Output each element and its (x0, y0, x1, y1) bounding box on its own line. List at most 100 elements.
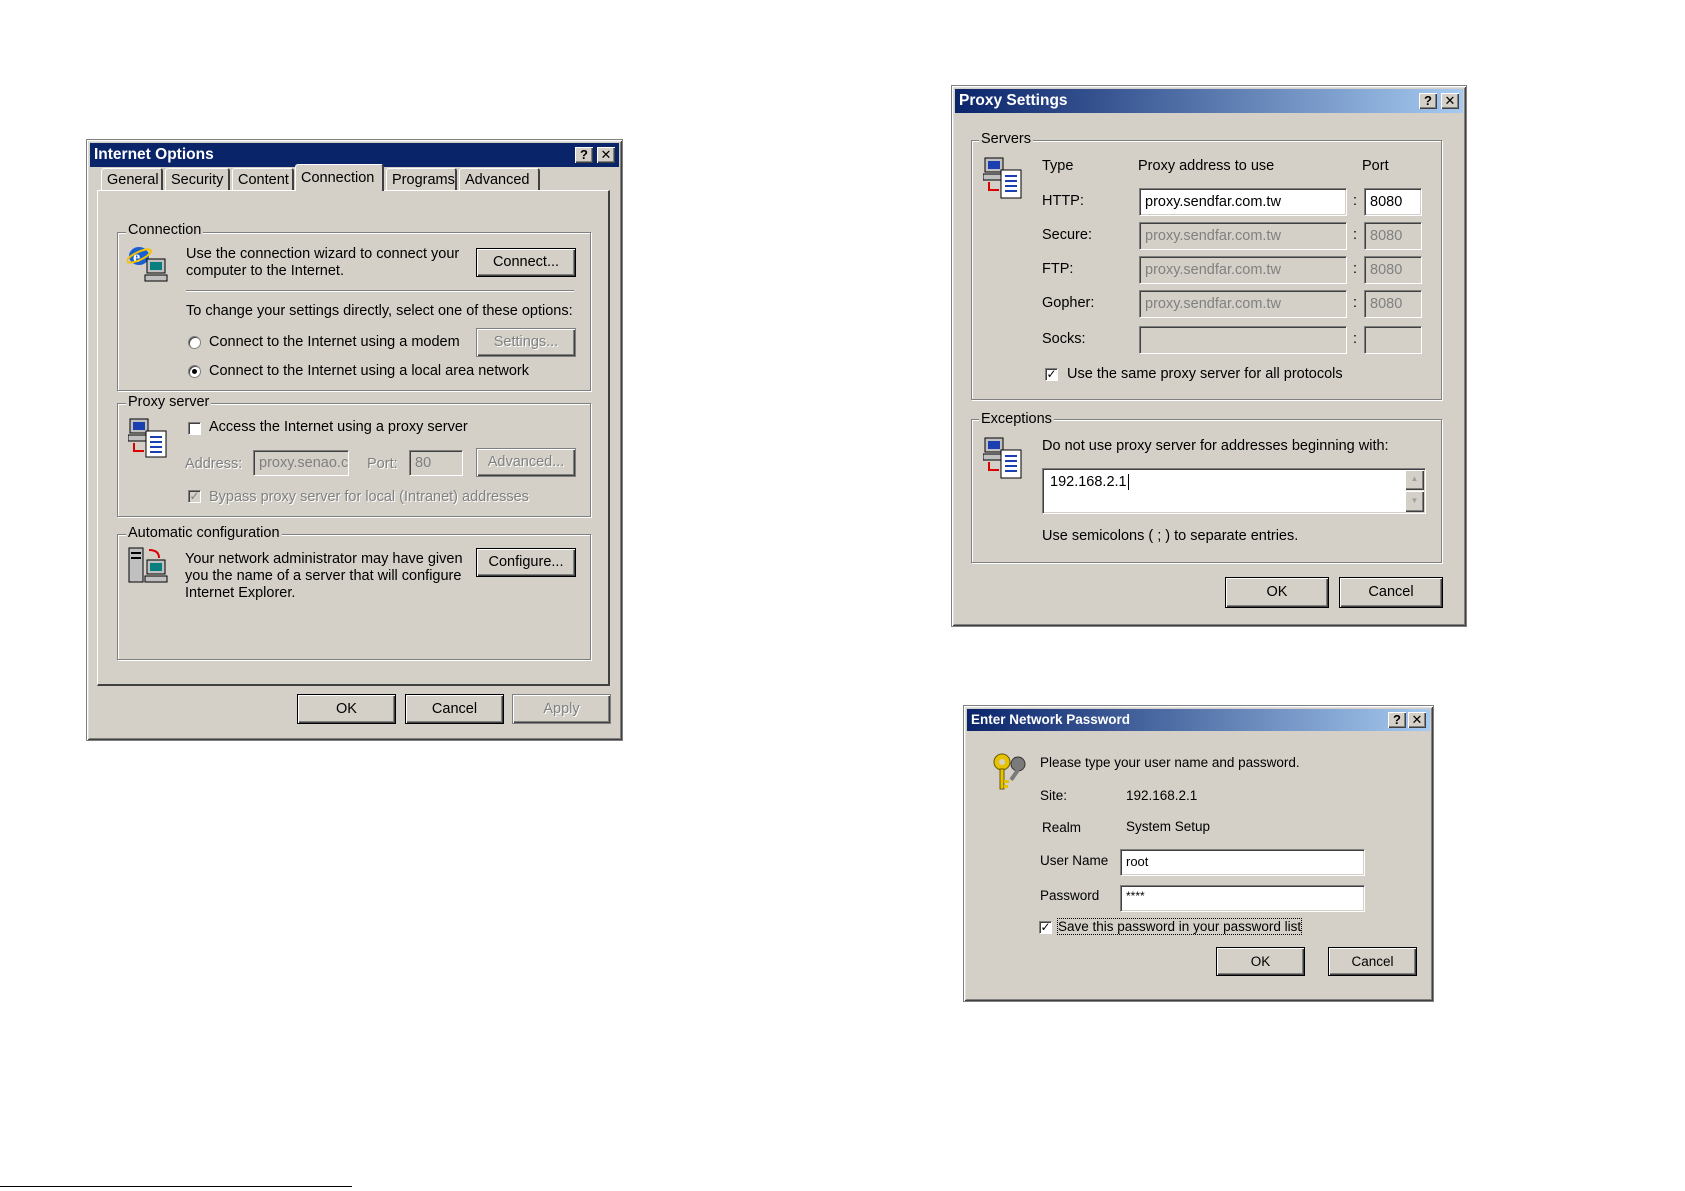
bypass-proxy-checkbox[interactable]: ✓ (188, 490, 201, 503)
network-password-titlebar[interactable]: Enter Network Password ? ✕ (967, 709, 1430, 731)
password-ok-button[interactable]: OK (1216, 947, 1305, 976)
proxy-address-input[interactable]: proxy.senao.c (253, 450, 349, 476)
tab-content[interactable]: Content (232, 168, 294, 190)
auto-config-text-line3: Internet Explorer. (185, 585, 296, 601)
exceptions-computer-icon (983, 437, 1022, 479)
socks-port-input[interactable] (1364, 326, 1422, 354)
proxy-port-input[interactable]: 80 (409, 450, 463, 476)
same-proxy-checkbox[interactable]: ✓ (1045, 368, 1058, 381)
proxy-ok-button[interactable]: OK (1225, 577, 1329, 608)
password-label: Password (1040, 888, 1100, 903)
save-password-checkbox[interactable]: ✓ (1039, 921, 1052, 934)
close-button[interactable]: ✕ (597, 147, 615, 163)
secure-address-input[interactable]: proxy.sendfar.com.tw (1139, 222, 1347, 250)
lan-radio[interactable] (188, 365, 201, 378)
proxy-close-button[interactable]: ✕ (1441, 93, 1459, 109)
col-type-header: Type (1042, 158, 1074, 174)
http-colon: : (1353, 193, 1358, 209)
help-button[interactable]: ? (575, 147, 593, 163)
internet-options-ok-button[interactable]: OK (297, 694, 396, 724)
password-help-button[interactable]: ? (1388, 712, 1406, 728)
wizard-text-line2: computer to the Internet. (186, 263, 344, 279)
tab-security[interactable]: Security (165, 168, 230, 190)
exceptions-value: 192.168.2.1 (1050, 474, 1127, 490)
col-address-header: Proxy address to use (1138, 158, 1275, 174)
scroll-down-button[interactable]: ▼ (1405, 491, 1424, 512)
network-password-title: Enter Network Password (971, 712, 1131, 727)
exceptions-input[interactable]: 192.168.2.1 (1042, 468, 1426, 514)
bypass-proxy-label[interactable]: Bypass proxy server for local (Intranet)… (209, 489, 529, 505)
socks-address-input[interactable] (1139, 326, 1347, 354)
gopher-address-input[interactable]: proxy.sendfar.com.tw (1139, 290, 1347, 318)
modem-option-label[interactable]: Connect to the Internet using a modem (209, 334, 460, 350)
password-close-button[interactable]: ✕ (1408, 712, 1426, 728)
settings-button[interactable]: Settings... (476, 328, 576, 357)
automatic-configuration-label: Automatic configuration (126, 525, 282, 541)
secure-label: Secure: (1042, 227, 1092, 243)
socks-label: Socks: (1042, 331, 1086, 347)
ie-network-icon: e (127, 247, 168, 282)
socks-colon: : (1353, 331, 1358, 347)
ftp-port-input[interactable]: 8080 (1364, 256, 1422, 284)
secure-port-input[interactable]: 8080 (1364, 222, 1422, 250)
servers-computer-icon (983, 157, 1022, 199)
apply-button[interactable]: Apply (512, 694, 611, 724)
password-prompt: Please type your user name and password. (1040, 755, 1300, 770)
port-label: Port: (367, 456, 398, 472)
address-label: Address: (185, 456, 243, 472)
gopher-label: Gopher: (1042, 295, 1095, 311)
ftp-label: FTP: (1042, 261, 1074, 277)
secure-colon: : (1353, 227, 1358, 243)
password-cancel-button[interactable]: Cancel (1328, 947, 1417, 976)
proxy-computer-icon (128, 418, 167, 458)
exceptions-group-label: Exceptions (979, 411, 1054, 427)
save-password-label[interactable]: Save this password in your password list (1056, 918, 1303, 935)
proxy-cancel-button[interactable]: Cancel (1339, 577, 1443, 608)
tab-general[interactable]: General (101, 168, 163, 190)
tab-programs[interactable]: Programs (386, 168, 457, 190)
site-label: Site: (1040, 788, 1068, 803)
username-input[interactable]: root (1120, 849, 1365, 876)
proxy-settings-titlebar[interactable]: Proxy Settings ? ✕ (955, 89, 1463, 113)
realm-value: System Setup (1126, 819, 1211, 834)
http-address-input[interactable]: proxy.sendfar.com.tw (1139, 188, 1347, 216)
auto-config-server-icon (128, 547, 168, 583)
keys-icon (993, 753, 1026, 790)
proxy-settings-title: Proxy Settings (959, 92, 1068, 109)
http-label: HTTP: (1042, 193, 1084, 209)
exceptions-text: Do not use proxy server for addresses be… (1042, 438, 1389, 454)
site-value: 192.168.2.1 (1126, 788, 1198, 803)
ftp-colon: : (1353, 261, 1358, 277)
connect-button[interactable]: Connect... (476, 248, 576, 277)
exceptions-scrollbar[interactable]: ▲ ▼ (1405, 470, 1424, 512)
auto-config-text-line1: Your network administrator may have give… (185, 551, 463, 567)
tab-connection[interactable]: Connection (295, 164, 384, 191)
http-port-input[interactable]: 8080 (1364, 188, 1422, 216)
internet-options-title: Internet Options (94, 146, 214, 163)
text-cursor (1127, 474, 1129, 490)
lan-option-label[interactable]: Connect to the Internet using a local ar… (209, 363, 529, 379)
modem-radio[interactable] (188, 336, 201, 349)
change-settings-text: To change your settings directly, select… (186, 303, 573, 319)
proxy-help-button[interactable]: ? (1419, 93, 1437, 109)
tab-advanced[interactable]: Advanced (459, 168, 540, 190)
auto-config-text-line2: you the name of a server that will confi… (185, 568, 462, 584)
access-proxy-checkbox[interactable] (188, 422, 201, 435)
username-label: User Name (1040, 853, 1109, 868)
password-input[interactable]: **** (1120, 885, 1365, 912)
col-port-header: Port (1362, 158, 1389, 174)
access-proxy-label[interactable]: Access the Internet using a proxy server (209, 419, 468, 435)
internet-options-cancel-button[interactable]: Cancel (405, 694, 504, 724)
configure-button[interactable]: Configure... (476, 548, 576, 577)
same-proxy-label[interactable]: Use the same proxy server for all protoc… (1067, 366, 1343, 382)
gopher-colon: : (1353, 295, 1358, 311)
semicolon-hint: Use semicolons ( ; ) to separate entries… (1042, 528, 1299, 544)
connection-group-label: Connection (126, 222, 204, 238)
servers-group-label: Servers (979, 131, 1033, 147)
footnote-rule (0, 1186, 352, 1187)
scroll-up-button[interactable]: ▲ (1405, 470, 1424, 490)
ftp-address-input[interactable]: proxy.sendfar.com.tw (1139, 256, 1347, 284)
gopher-port-input[interactable]: 8080 (1364, 290, 1422, 318)
proxy-server-group-label: Proxy server (126, 394, 212, 410)
advanced-button[interactable]: Advanced... (476, 448, 576, 477)
